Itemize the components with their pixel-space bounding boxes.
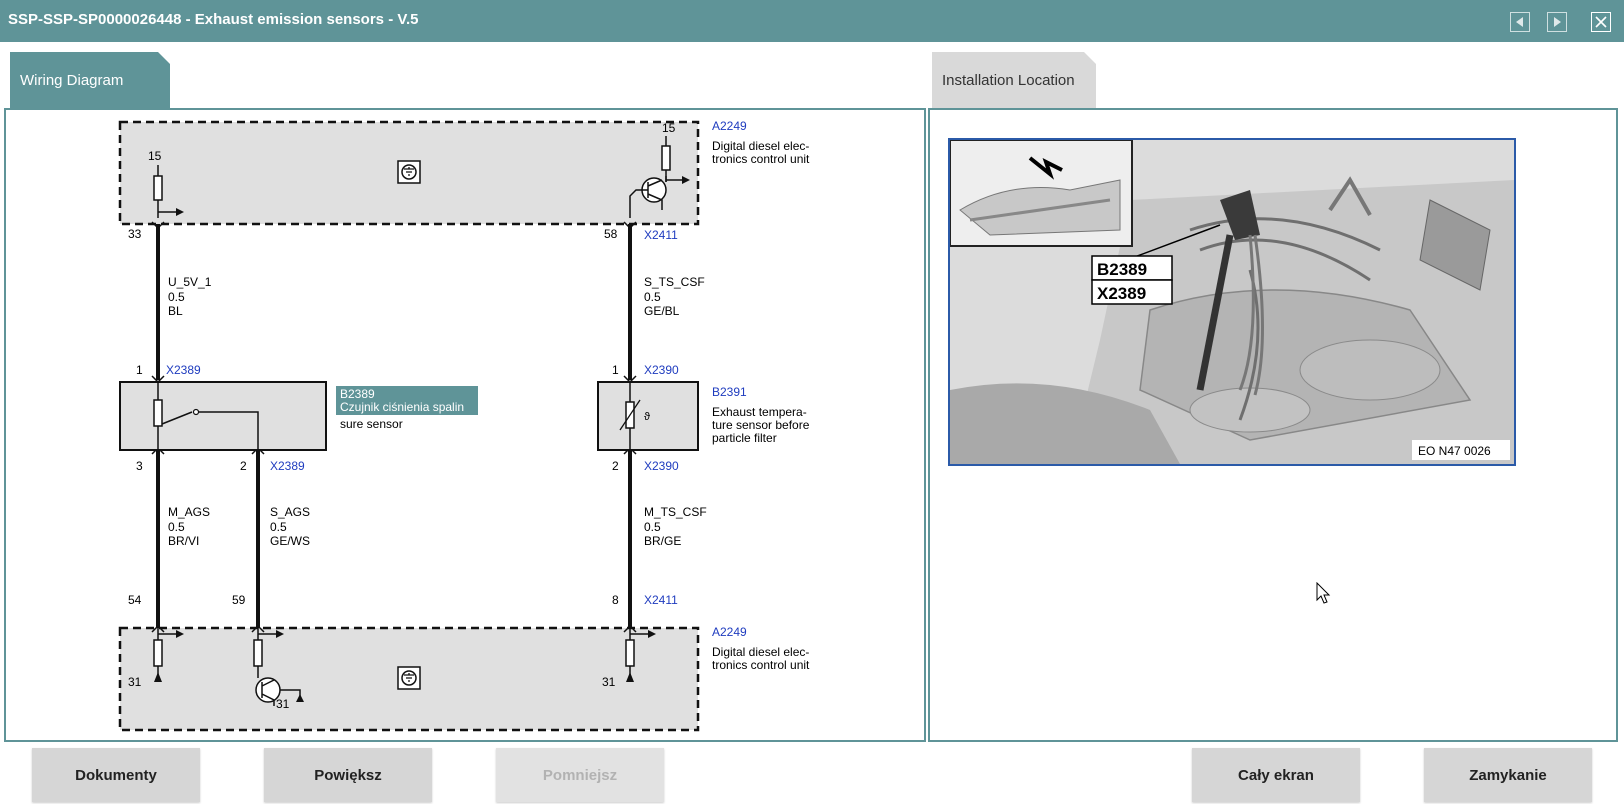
next-button[interactable] xyxy=(1547,12,1567,32)
wire-size: 0.5 xyxy=(644,520,661,534)
pin-number: 2 xyxy=(612,459,619,473)
documents-button[interactable]: Dokumenty xyxy=(32,748,200,802)
close-button[interactable]: Zamykanie xyxy=(1424,748,1592,802)
pin-number: 1 xyxy=(612,363,619,377)
connector-link[interactable]: X2390 xyxy=(644,459,679,473)
wire-color: BR/GE xyxy=(644,534,681,548)
wiring-diagram: 15 15 A2249 Digital diesel elec- tronics… xyxy=(118,119,810,732)
pin-label: 15 xyxy=(148,149,162,163)
connector-link[interactable]: X2411 xyxy=(644,593,678,607)
wire-color: BR/VI xyxy=(168,534,199,548)
tab-wiring-diagram[interactable]: Wiring Diagram xyxy=(10,52,170,110)
wire-size: 0.5 xyxy=(644,290,661,304)
arrow-left-icon xyxy=(1516,17,1523,27)
temperature-symbol-icon: ϑ xyxy=(644,411,650,423)
ground-label: 31 xyxy=(602,675,616,689)
close-window-button[interactable] xyxy=(1591,12,1611,32)
wire-name: M_AGS xyxy=(168,505,210,519)
ground-symbol-icon xyxy=(397,666,421,690)
connector-link[interactable]: X2389 xyxy=(270,459,305,473)
installation-photo[interactable]: B2389 X2389 EO N47 0026 xyxy=(948,138,1516,466)
wire-name: U_5V_1 xyxy=(168,275,212,289)
sensor-description: ture sensor before xyxy=(712,418,810,432)
sensor-id-link[interactable]: B2391 xyxy=(712,385,747,399)
wire-size: 0.5 xyxy=(168,520,185,534)
zoom-in-button[interactable]: Powiększ xyxy=(264,748,432,802)
connector-link[interactable]: X2411 xyxy=(644,228,678,242)
pin-number: 8 xyxy=(612,593,619,607)
wire-color: BL xyxy=(168,304,183,318)
photo-caption: EO N47 0026 xyxy=(1418,444,1491,458)
wire-name: S_TS_CSF xyxy=(644,275,705,289)
photo-label: X2389 xyxy=(1097,284,1146,303)
title-bar: SSP-SSP-SP0000026448 - Exhaust emission … xyxy=(0,0,1624,42)
wire-color: GE/BL xyxy=(644,304,680,318)
zoom-out-button[interactable]: Pomniejsz xyxy=(496,748,664,802)
sensor-id-link[interactable]: B2389 xyxy=(340,387,375,401)
pin-number: 33 xyxy=(128,227,142,241)
pin-number: 58 xyxy=(604,227,618,241)
connector-link[interactable]: X2390 xyxy=(644,363,679,377)
wire-name: S_AGS xyxy=(270,505,310,519)
pin-number: 3 xyxy=(136,459,143,473)
mouse-cursor-icon xyxy=(1316,582,1331,604)
connector-link[interactable]: X2389 xyxy=(166,363,201,377)
arrow-right-icon xyxy=(1554,17,1561,27)
prev-button[interactable] xyxy=(1510,12,1530,32)
wire-color: GE/WS xyxy=(270,534,310,548)
pin-number: 54 xyxy=(128,593,142,607)
unit-id-link[interactable]: A2249 xyxy=(712,625,747,639)
unit-description: Digital diesel elec- xyxy=(712,139,809,153)
tab-installation-location[interactable]: Installation Location xyxy=(932,52,1096,110)
pin-number: 2 xyxy=(240,459,247,473)
wire-name: M_TS_CSF xyxy=(644,505,707,519)
photo-label: B2389 xyxy=(1097,260,1147,279)
fullscreen-button[interactable]: Cały ekran xyxy=(1192,748,1360,802)
wiring-diagram-panel: 15 15 A2249 Digital diesel elec- tronics… xyxy=(4,108,926,742)
window-title: SSP-SSP-SP0000026448 - Exhaust emission … xyxy=(8,11,419,28)
pin-label: 15 xyxy=(662,121,676,135)
ground-label: 31 xyxy=(276,697,290,711)
sensor-name: Czujnik ciśnienia spalin xyxy=(340,400,464,414)
pin-number: 1 xyxy=(136,363,143,377)
sensor-description: Exhaust tempera- xyxy=(712,405,807,419)
unit-description: tronics control unit xyxy=(712,152,810,166)
sensor-name-extra: sure sensor xyxy=(340,417,403,431)
wire-size: 0.5 xyxy=(168,290,185,304)
ground-label: 31 xyxy=(128,675,142,689)
close-icon xyxy=(1595,16,1607,28)
wire-size: 0.5 xyxy=(270,520,287,534)
ground-symbol-icon xyxy=(397,160,421,184)
unit-id-link[interactable]: A2249 xyxy=(712,119,747,133)
pressure-sensor-box[interactable] xyxy=(119,381,327,451)
unit-description: tronics control unit xyxy=(712,658,810,672)
pin-number: 59 xyxy=(232,593,246,607)
unit-description: Digital diesel elec- xyxy=(712,645,809,659)
sensor-description: particle filter xyxy=(712,431,777,445)
engine-illustration: B2389 X2389 EO N47 0026 xyxy=(950,140,1514,464)
